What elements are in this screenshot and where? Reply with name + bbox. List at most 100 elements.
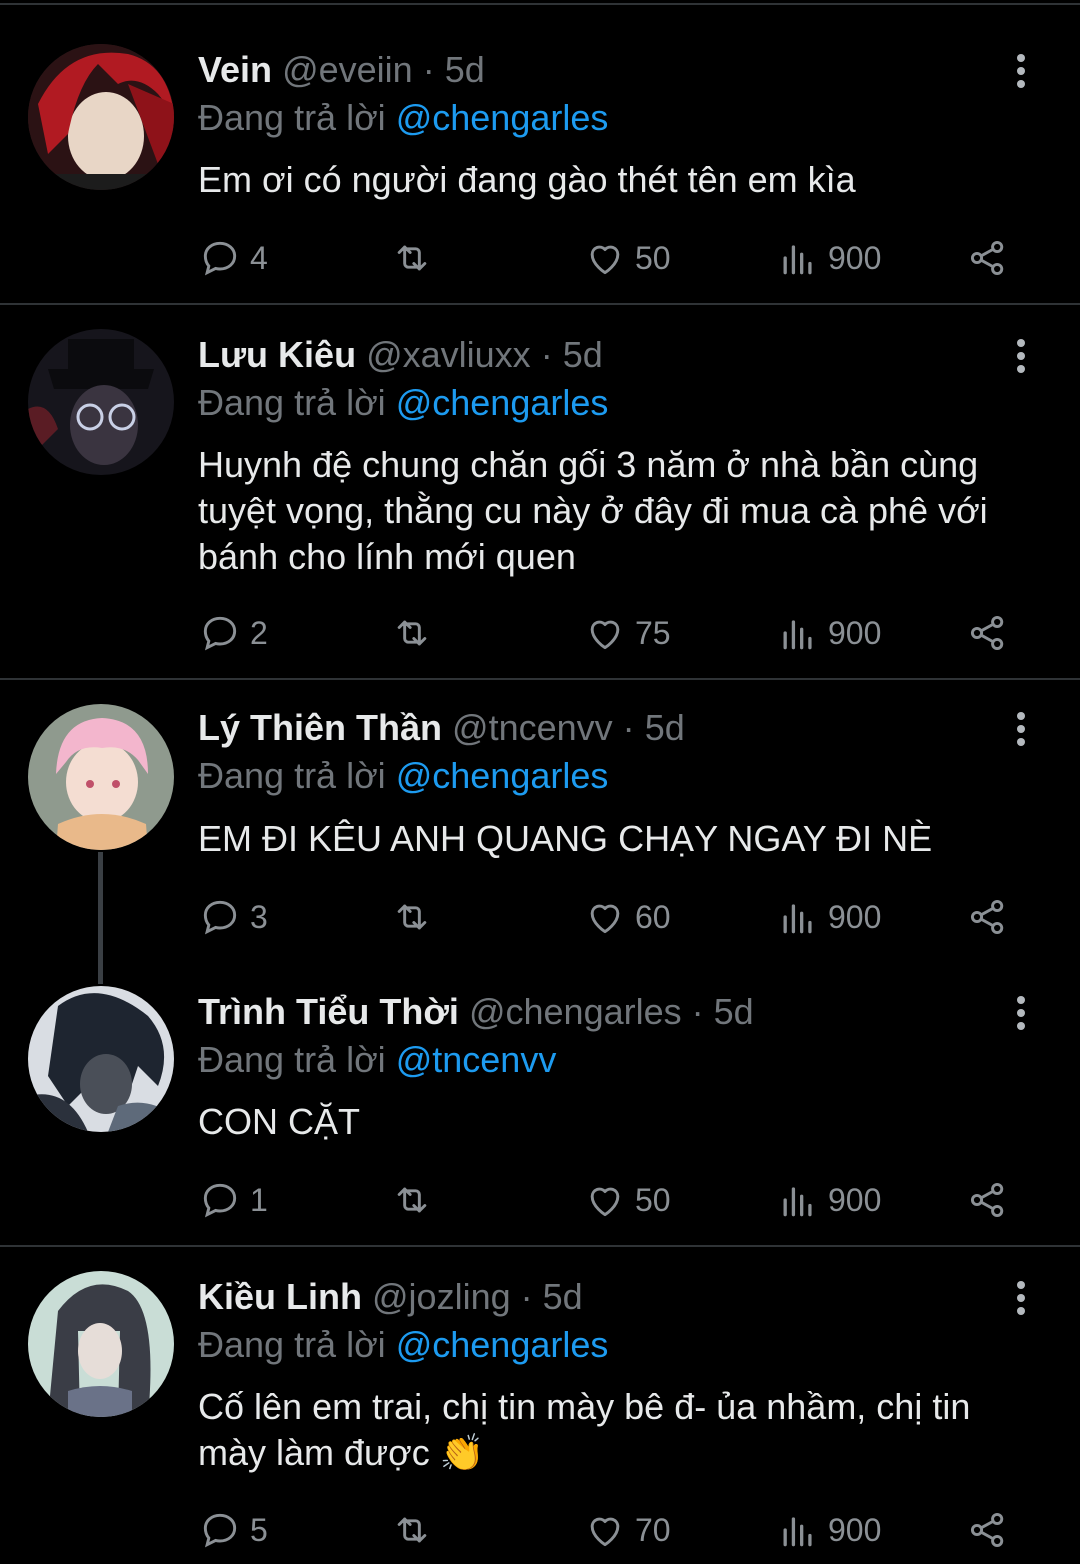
retweet-button[interactable] (390, 611, 434, 655)
tweet-3[interactable]: Lý Thiên Thần @tncenvv · 5d Đang trả lời… (0, 680, 1080, 962)
tweet-header: Kiều Linh @jozling · 5d (198, 1275, 583, 1319)
views-icon (783, 1517, 812, 1547)
reply-button[interactable]: 2 (198, 611, 268, 655)
avatar-luu-kieu[interactable] (28, 329, 174, 475)
more-icon[interactable] (1008, 712, 1034, 752)
view-count: 900 (828, 614, 882, 651)
reply-button[interactable]: 3 (198, 895, 268, 939)
like-count: 70 (635, 1511, 671, 1548)
reply-icon (203, 241, 237, 276)
timestamp[interactable]: 5d (714, 991, 754, 1032)
tweet-header: Lý Thiên Thần @tncenvv · 5d (198, 706, 685, 750)
share-button[interactable] (966, 895, 1010, 939)
more-icon[interactable] (1008, 996, 1034, 1036)
like-button[interactable]: 50 (583, 236, 671, 280)
mention-link[interactable]: @chengarles (396, 97, 609, 138)
replying-to: Đang trả lời @chengarles (198, 96, 608, 140)
reply-button[interactable]: 1 (198, 1178, 268, 1222)
mention-link[interactable]: @chengarles (396, 382, 609, 423)
retweet-button[interactable] (390, 895, 434, 939)
tweet-text: Em ơi có người đang gào thét tên em kìa (198, 159, 856, 200)
views-icon (783, 620, 812, 650)
separator-dot: · (622, 707, 635, 748)
replying-to: Đang trả lời @chengarles (198, 754, 608, 798)
tweet-4[interactable]: Trình Tiểu Thời @chengarles · 5d Đang tr… (0, 962, 1080, 1245)
like-button[interactable]: 75 (583, 611, 671, 655)
share-icon (970, 1512, 1004, 1548)
like-button[interactable]: 60 (583, 895, 671, 939)
tweet-5[interactable]: Kiều Linh @jozling · 5d Đang trả lời @ch… (0, 1247, 1080, 1564)
display-name[interactable]: Kiều Linh (198, 1276, 362, 1317)
heart-icon (590, 620, 620, 650)
view-count: 900 (828, 898, 882, 935)
tweet-text: Huynh đệ chung chăn gối 3 năm ở nhà bần … (198, 444, 988, 577)
replying-label: Đang trả lời (198, 1324, 386, 1365)
retweet-button[interactable] (390, 1508, 434, 1552)
reply-button[interactable]: 5 (198, 1508, 268, 1552)
views-button[interactable]: 900 (776, 895, 881, 939)
views-icon (783, 904, 812, 934)
views-button[interactable]: 900 (776, 236, 881, 280)
like-count: 60 (635, 898, 671, 935)
share-button[interactable] (966, 1508, 1010, 1552)
user-handle[interactable]: @tncenvv (452, 707, 613, 748)
timestamp[interactable]: 5d (645, 707, 685, 748)
more-icon[interactable] (1008, 339, 1034, 379)
action-bar: 4 50 900 (0, 236, 1080, 280)
share-icon (970, 615, 1004, 651)
retweet-icon (397, 1187, 427, 1213)
separator-dot: · (691, 991, 704, 1032)
reply-count: 5 (250, 1511, 268, 1548)
tweet-header: Vein @eveiin · 5d (198, 48, 485, 92)
like-count: 50 (635, 1181, 671, 1218)
heart-icon (590, 1517, 620, 1547)
action-bar: 5 70 900 (0, 1508, 1080, 1552)
views-button[interactable]: 900 (776, 611, 881, 655)
replying-label: Đang trả lời (198, 755, 386, 796)
avatar-ly-thien-than[interactable] (28, 704, 174, 850)
reply-button[interactable]: 4 (198, 236, 268, 280)
views-icon (783, 1187, 812, 1217)
display-name[interactable]: Lưu Kiêu (198, 334, 356, 375)
more-icon[interactable] (1008, 54, 1034, 94)
timestamp[interactable]: 5d (543, 1276, 583, 1317)
share-button[interactable] (966, 1178, 1010, 1222)
mention-link[interactable]: @chengarles (396, 1324, 609, 1365)
share-button[interactable] (966, 236, 1010, 280)
display-name[interactable]: Vein (198, 49, 272, 90)
share-button[interactable] (966, 611, 1010, 655)
user-handle[interactable]: @chengarles (469, 991, 682, 1032)
display-name[interactable]: Lý Thiên Thần (198, 707, 442, 748)
heart-icon (590, 245, 620, 275)
more-icon[interactable] (1008, 1281, 1034, 1321)
user-handle[interactable]: @jozling (372, 1276, 511, 1317)
retweet-button[interactable] (390, 236, 434, 280)
tweet-1[interactable]: Vein @eveiin · 5d Đang trả lời @chengarl… (0, 0, 1080, 304)
user-handle[interactable]: @eveiin (282, 49, 413, 90)
avatar-vein[interactable] (28, 44, 174, 190)
action-bar: 1 50 900 (0, 1178, 1080, 1222)
avatar-kieu-linh[interactable] (28, 1271, 174, 1417)
avatar-trinh-tieu-thoi[interactable] (28, 986, 174, 1132)
like-button[interactable]: 70 (583, 1508, 671, 1552)
timestamp[interactable]: 5d (445, 49, 485, 90)
like-button[interactable]: 50 (583, 1178, 671, 1222)
reply-count: 4 (250, 239, 268, 276)
timestamp[interactable]: 5d (563, 334, 603, 375)
retweet-button[interactable] (390, 1178, 434, 1222)
view-count: 900 (828, 1181, 882, 1218)
replying-label: Đang trả lời (198, 1039, 386, 1080)
share-icon (970, 1182, 1004, 1218)
user-handle[interactable]: @xavliuxx (366, 334, 531, 375)
mention-link[interactable]: @chengarles (396, 755, 609, 796)
mention-link[interactable]: @tncenvv (396, 1039, 557, 1080)
separator-dot: · (540, 334, 553, 375)
like-count: 75 (635, 614, 671, 651)
tweet-2[interactable]: Lưu Kiêu @xavliuxx · 5d Đang trả lời @ch… (0, 305, 1080, 678)
views-button[interactable]: 900 (776, 1508, 881, 1552)
display-name[interactable]: Trình Tiểu Thời (198, 991, 459, 1032)
views-button[interactable]: 900 (776, 1178, 881, 1222)
view-count: 900 (828, 239, 882, 276)
tweet-text: CON CẶT (198, 1101, 360, 1142)
reply-count: 3 (250, 898, 268, 935)
